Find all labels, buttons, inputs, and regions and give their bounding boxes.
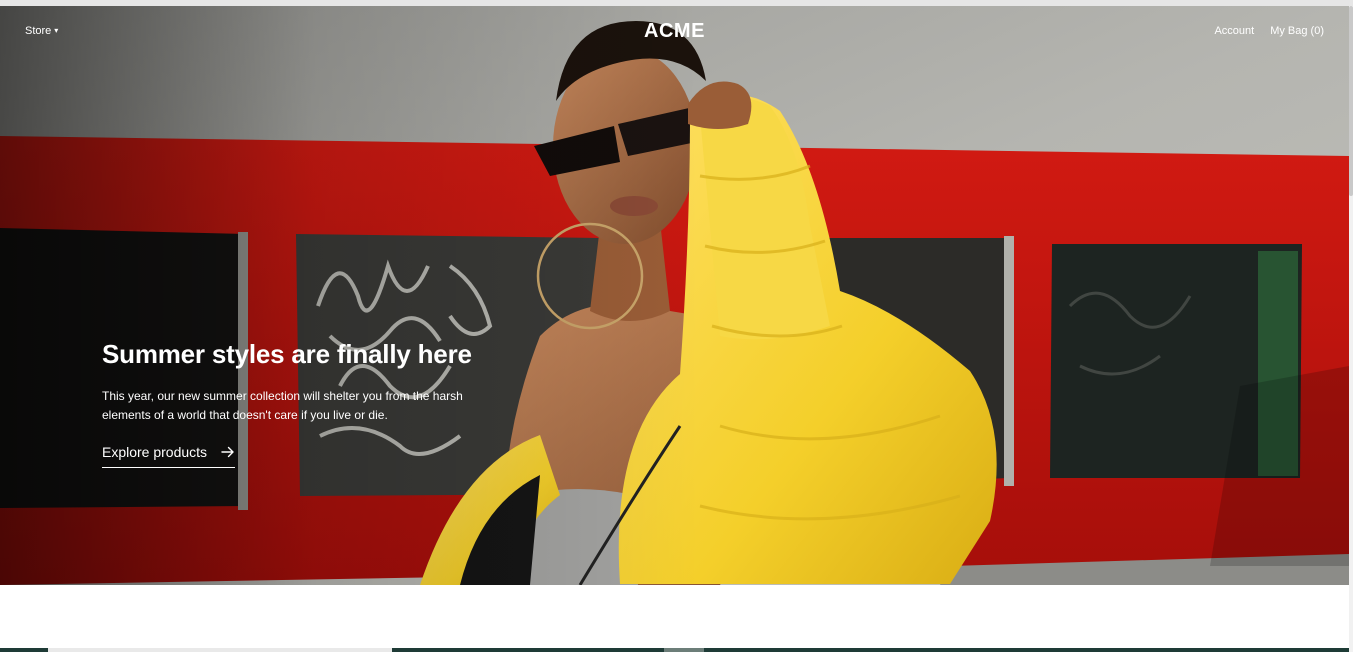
explore-products-link[interactable]: Explore products: [102, 444, 236, 468]
below-fold-section: [0, 585, 1349, 652]
arrow-right-icon: [221, 446, 234, 458]
explore-products-label: Explore products: [102, 444, 208, 460]
hero-image: [0, 6, 1349, 585]
site-logo[interactable]: ACME: [0, 20, 1349, 43]
hero-banner: [0, 6, 1349, 585]
header-right-nav: Account My Bag (0): [1214, 25, 1324, 37]
page-scrollbar[interactable]: [1349, 6, 1353, 652]
scrollbar-thumb[interactable]: [1349, 6, 1353, 196]
my-bag-link[interactable]: My Bag (0): [1270, 25, 1324, 37]
tile-light: [48, 648, 392, 652]
site-header: Store ▾ ACME Account My Bag (0): [0, 6, 1349, 58]
hero-description: This year, our new summer collection wil…: [102, 389, 463, 422]
hero-title: Summer styles are finally here: [102, 339, 472, 369]
tile-mid: [664, 648, 704, 652]
page: Store ▾ ACME Account My Bag (0) Summer st…: [0, 0, 1353, 652]
next-section-tiles: [0, 648, 1349, 652]
hero-copy: Summer styles are finally here This year…: [102, 338, 482, 468]
account-link[interactable]: Account: [1214, 25, 1254, 37]
